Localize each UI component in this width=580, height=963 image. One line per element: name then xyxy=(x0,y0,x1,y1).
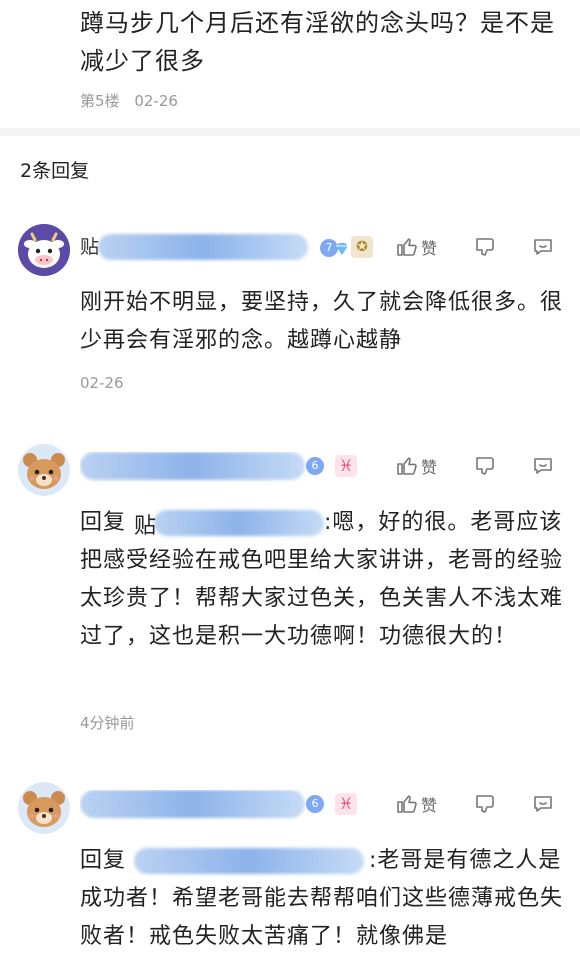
reply-target[interactable]: 贴 xyxy=(134,508,325,539)
comment-body: 回复 :老哥是有德之人是成功者！希望老哥能去帮帮咱们这些德薄戒色失败者！戒色失败… xyxy=(80,842,570,956)
thumbs-down-icon xyxy=(476,238,494,256)
diamond-icon xyxy=(336,243,348,255)
user-level-badge: 6 xyxy=(306,457,324,475)
username[interactable]: 贴 xyxy=(80,232,320,262)
comment-time: 4分钟前 xyxy=(80,714,135,732)
redacted-username xyxy=(80,452,305,480)
redacted-username xyxy=(98,234,308,260)
dislike-button[interactable] xyxy=(473,232,497,262)
comment-icon xyxy=(534,458,552,474)
reply-count: 2条回复 xyxy=(20,160,90,182)
comment-item: 贴 7 ✪ 赞 刚开始不明显，要坚持，久了就会降低很多。很少再会有淫邪的念。越蹲… xyxy=(0,218,580,403)
thumbs-down-icon xyxy=(476,795,494,813)
like-label: 赞 xyxy=(421,796,438,815)
comment-actions: 赞 xyxy=(395,789,565,819)
comment-button[interactable] xyxy=(531,232,555,262)
username[interactable] xyxy=(80,452,320,482)
post-date: 02-26 xyxy=(134,92,178,110)
username[interactable] xyxy=(80,790,320,820)
redacted-username xyxy=(80,790,305,818)
section-divider xyxy=(0,128,580,136)
thumbs-up-icon xyxy=(397,795,417,813)
reply-prefix: 回复 xyxy=(80,848,127,873)
comment-item: 6 ♓ 赞 回复 :老哥是有德之人是成功者！希望老哥能去帮帮咱们这些德薄戒色失败… xyxy=(0,776,580,963)
pisces-icon: ♓ xyxy=(335,793,357,815)
comment-time: 02-26 xyxy=(80,374,124,392)
comment-body: 刚开始不明显，要坚持，久了就会降低很多。很少再会有淫邪的念。越蹲心越静 xyxy=(80,290,564,353)
thumbs-up-icon xyxy=(397,238,417,256)
post-text: 蹲马步几个月后还有淫欲的念头吗？是不是减少了很多 xyxy=(80,9,555,75)
redacted-username xyxy=(134,848,365,874)
comment-item: 6 ♓ 赞 回复 贴 :嗯，好的很。老哥应该把感受经验在戒色吧里给大家讲讲，老哥… xyxy=(0,438,580,748)
dislike-button[interactable] xyxy=(473,451,497,481)
post-floor: 第5楼 xyxy=(80,92,120,110)
medal-icon: ✪ xyxy=(351,236,373,258)
comment-icon xyxy=(534,796,552,812)
like-label: 赞 xyxy=(421,239,438,258)
post-meta: 第5楼 02-26 xyxy=(80,90,188,111)
comment-button[interactable] xyxy=(531,789,555,819)
user-level-badge: 6 xyxy=(306,795,324,813)
thumbs-up-icon xyxy=(397,457,417,475)
dislike-button[interactable] xyxy=(473,789,497,819)
comment-button[interactable] xyxy=(531,451,555,481)
comment-actions: 赞 xyxy=(395,232,565,262)
like-button[interactable]: 赞 xyxy=(395,232,437,262)
comment-actions: 赞 xyxy=(395,451,565,481)
post-header: 蹲马步几个月后还有淫欲的念头吗？是不是减少了很多 第5楼 02-26 xyxy=(0,0,580,130)
bear-avatar[interactable] xyxy=(18,444,70,496)
like-label: 赞 xyxy=(421,458,438,477)
redacted-username xyxy=(154,510,325,536)
like-button[interactable]: 赞 xyxy=(395,451,437,481)
comment-body: 回复 贴 :嗯，好的很。老哥应该把感受经验在戒色吧里给大家讲讲，老哥的经验太珍贵… xyxy=(80,504,570,656)
pisces-icon: ♓ xyxy=(335,455,357,477)
like-button[interactable]: 赞 xyxy=(395,789,437,819)
reply-target[interactable] xyxy=(134,846,369,876)
cow-avatar[interactable] xyxy=(18,224,70,276)
bear-avatar[interactable] xyxy=(18,782,70,834)
thumbs-down-icon xyxy=(476,457,494,475)
comment-icon xyxy=(534,239,552,255)
reply-prefix: 回复 xyxy=(80,510,127,535)
